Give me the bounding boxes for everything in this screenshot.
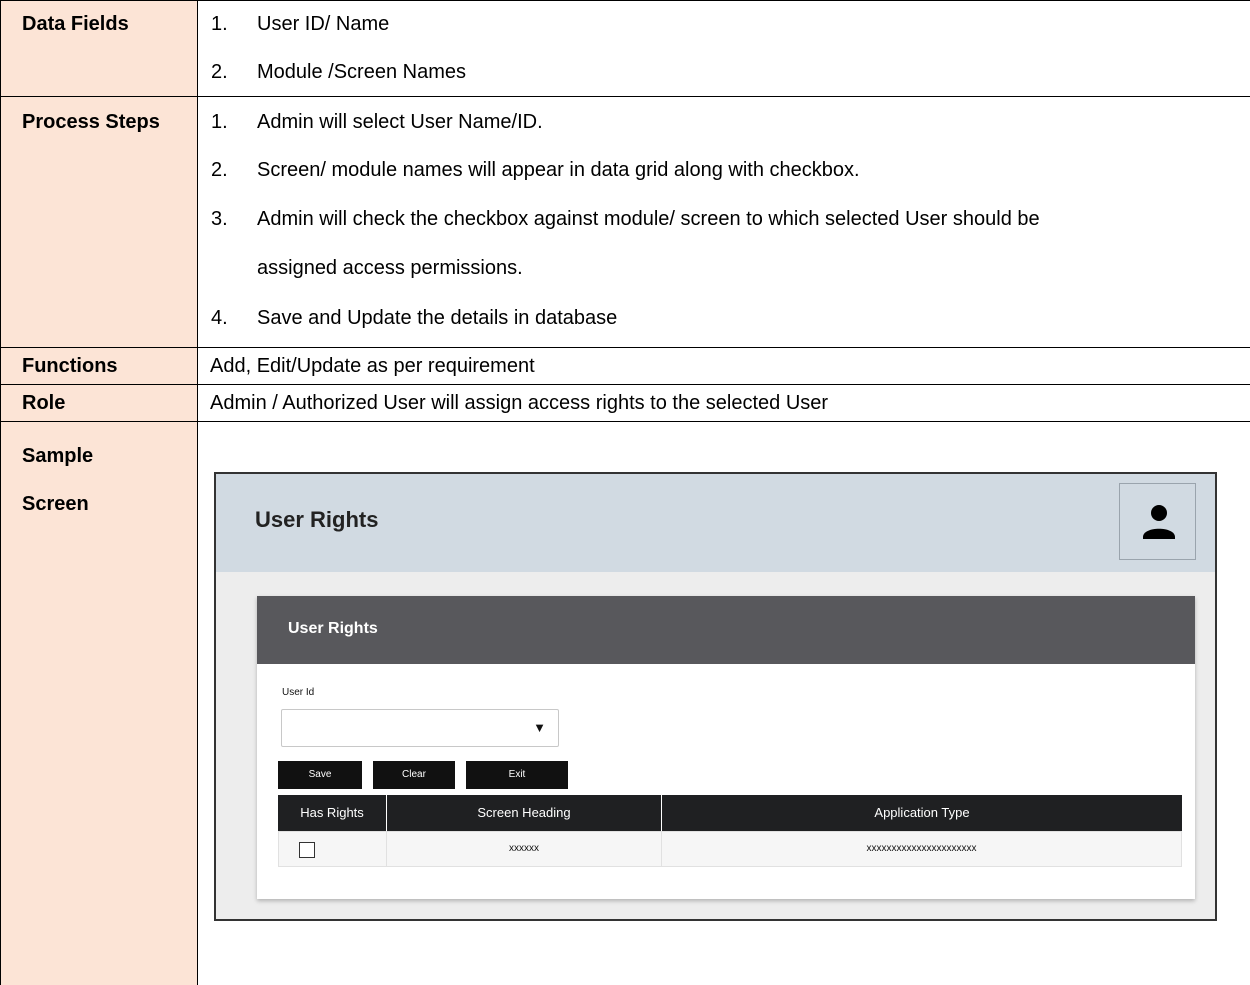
row-label: Functions [22, 355, 118, 377]
label-cell: Role [0, 385, 198, 421]
row-process-steps: Process Steps 1. Admin will select User … [0, 97, 1250, 347]
table-border [0, 0, 1250, 1]
table-border [0, 347, 1250, 348]
table-border [0, 384, 1250, 385]
value-cell: 1. User ID/ Name 2. Module /Screen Names [198, 0, 1250, 96]
has-rights-checkbox[interactable] [299, 842, 315, 858]
table-border [0, 96, 1250, 97]
grid-header: Has Rights Screen Heading Application Ty… [278, 795, 1182, 831]
app-title: User Rights [255, 507, 379, 532]
exit-button[interactable]: Exit [466, 761, 568, 789]
table-border [0, 421, 1250, 422]
row-role: Role Admin / Authorized User will assign… [0, 385, 1250, 421]
avatar-button[interactable] [1119, 483, 1196, 560]
list-text: Module /Screen Names [257, 61, 466, 83]
list-text: Screen/ module names will appear in data… [257, 159, 860, 181]
sample-screen-mockup: User Rights User Rights User Id ▼ Save C… [214, 472, 1217, 921]
list-number: 2. [211, 159, 228, 181]
label-cell: Sample Screen [0, 422, 198, 985]
card-title: User Rights [288, 620, 378, 637]
screen-heading-cell: xxxxxx [509, 843, 539, 854]
list-number: 1. [211, 111, 228, 133]
save-button[interactable]: Save [278, 761, 362, 789]
clear-button[interactable]: Clear [373, 761, 455, 789]
card-header: User Rights [257, 596, 1195, 664]
role-value: Admin / Authorized User will assign acce… [210, 392, 829, 414]
row-label: Role [22, 392, 66, 414]
dropdown-arrow-icon: ▼ [533, 720, 546, 735]
application-type-cell: xxxxxxxxxxxxxxxxxxxxxx [866, 843, 977, 854]
row-label: Sample [22, 445, 94, 467]
app-header: User Rights [216, 474, 1215, 572]
column-header: Screen Heading [477, 805, 571, 820]
label-cell: Data Fields [0, 0, 198, 96]
row-functions: Functions Add, Edit/Update as per requir… [0, 348, 1250, 384]
user-icon [1143, 505, 1175, 539]
list-number: 4. [211, 307, 228, 329]
list-text: Admin will check the checkbox against mo… [257, 208, 1040, 230]
user-id-select[interactable]: ▼ [281, 709, 559, 747]
list-text: assigned access permissions. [257, 257, 523, 279]
list-text: Admin will select User Name/ID. [257, 111, 543, 133]
label-cell: Functions [0, 348, 198, 384]
row-label: Process Steps [22, 111, 160, 133]
list-number: 1. [211, 13, 228, 35]
value-cell: Admin / Authorized User will assign acce… [198, 385, 1250, 421]
list-number: 2. [211, 61, 228, 83]
column-header: Application Type [874, 805, 970, 820]
user-rights-card: User Rights User Id ▼ Save Clear Exit Ha… [257, 596, 1195, 899]
value-cell: 1. Admin will select User Name/ID. 2. Sc… [198, 97, 1250, 347]
label-cell: Process Steps [0, 97, 198, 347]
table-row: xxxxxx xxxxxxxxxxxxxxxxxxxxxx [278, 831, 1182, 867]
value-cell: Add, Edit/Update as per requirement [198, 348, 1250, 384]
row-label: Screen [22, 493, 89, 515]
list-number: 3. [211, 208, 228, 230]
row-label: Data Fields [22, 13, 129, 35]
row-data-fields: Data Fields 1. User ID/ Name 2. Module /… [0, 0, 1250, 96]
functions-value: Add, Edit/Update as per requirement [210, 355, 535, 377]
user-id-label: User Id [282, 687, 315, 698]
list-text: Save and Update the details in database [257, 307, 618, 329]
list-text: User ID/ Name [257, 13, 390, 35]
column-header: Has Rights [300, 805, 364, 820]
